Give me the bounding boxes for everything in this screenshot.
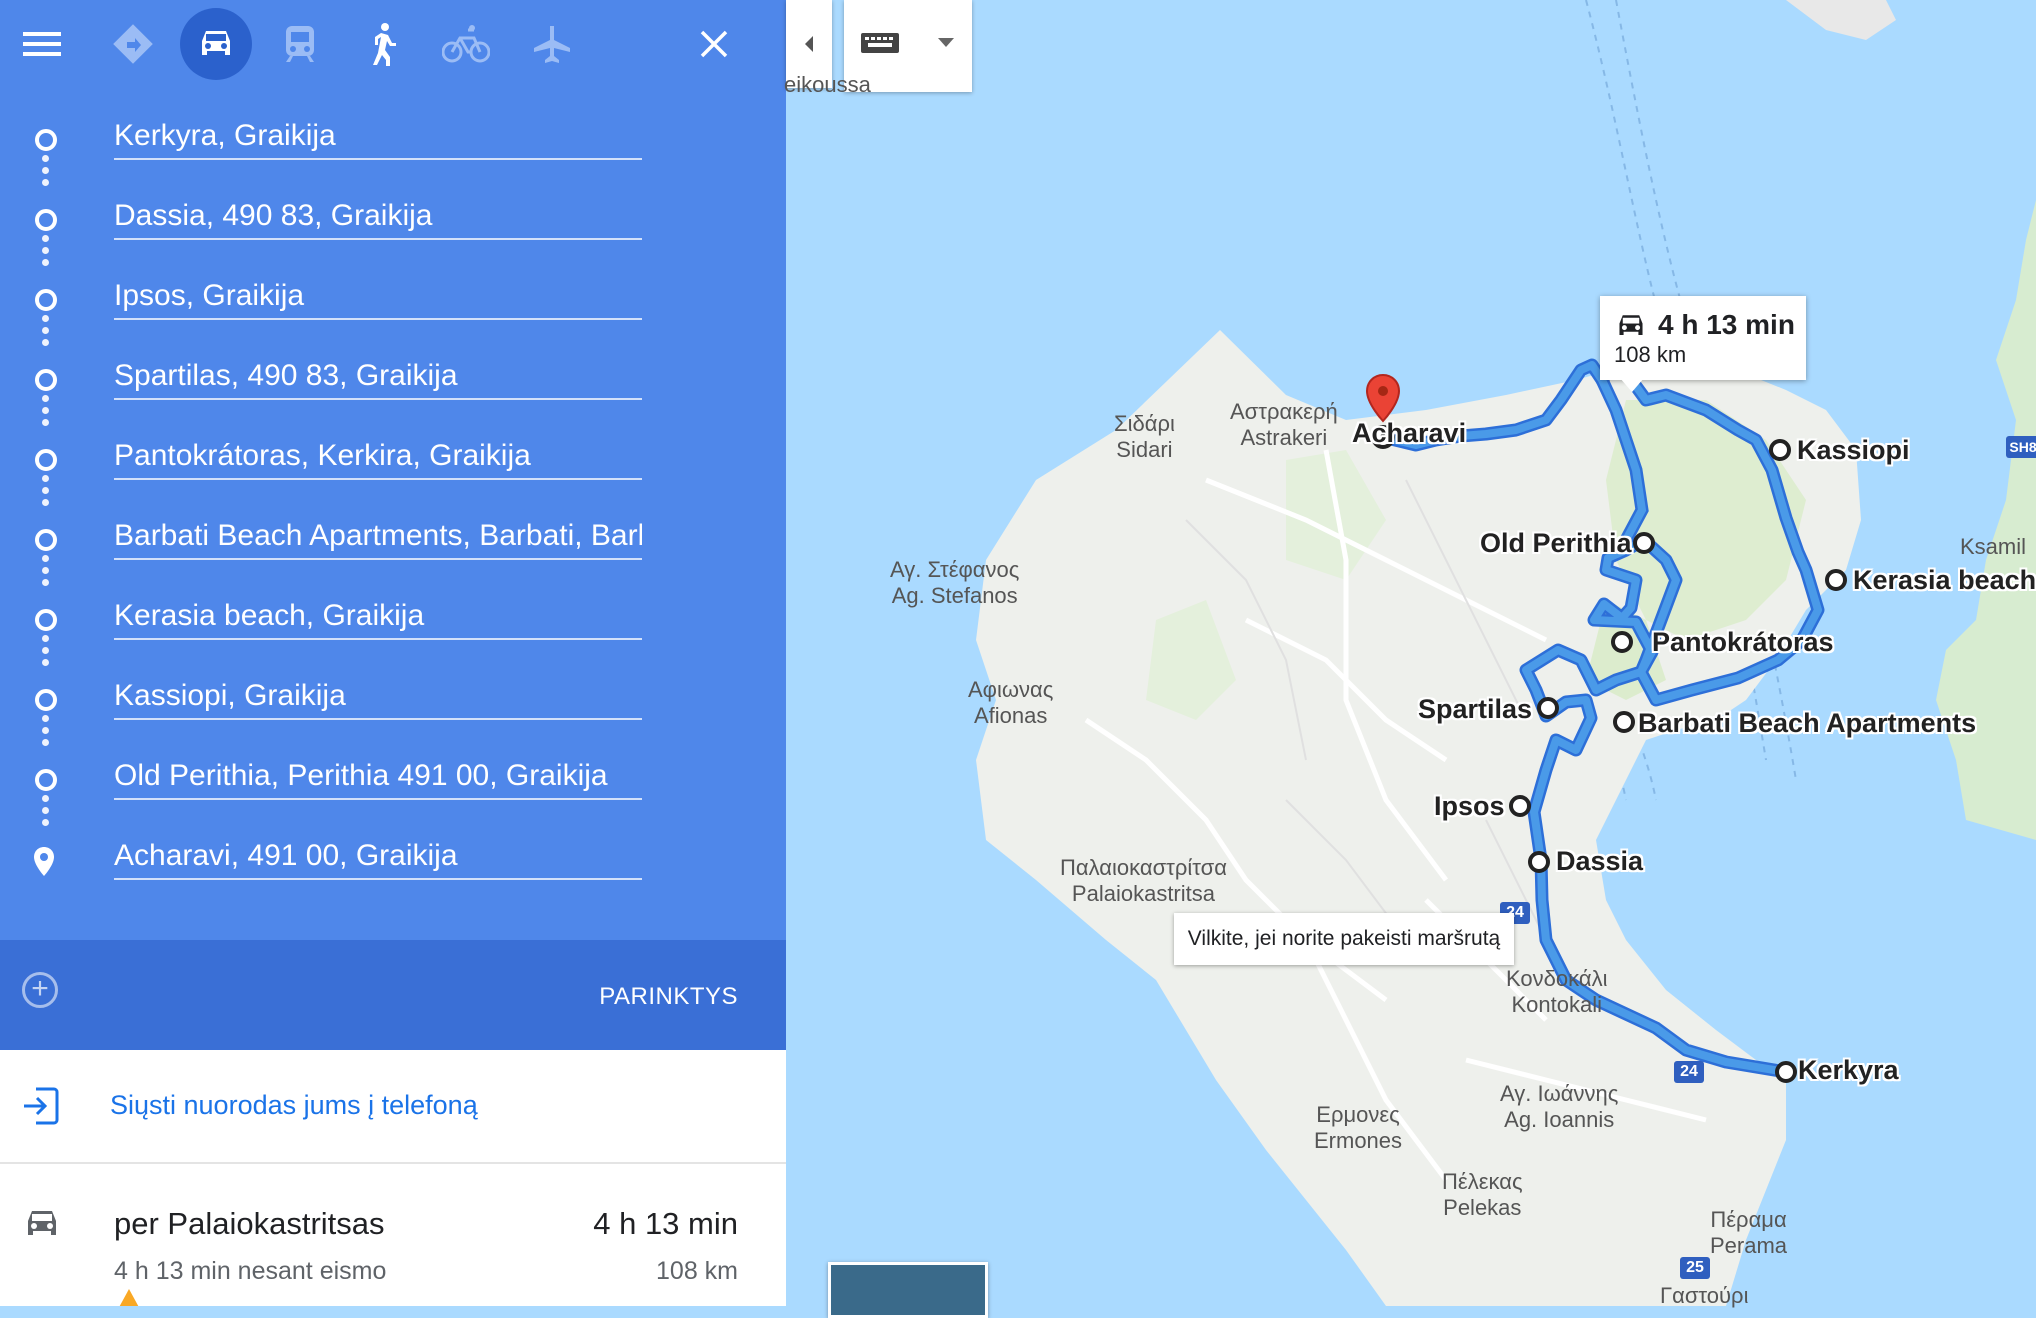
bicycle-icon: [442, 25, 490, 63]
waypoint-row: Spartilas, 490 83, Graikija: [0, 340, 786, 420]
chevron-down-icon[interactable]: [938, 38, 954, 47]
menu-button[interactable]: [6, 8, 78, 80]
place-label-astrakeri: Αστρακερή Astrakeri: [1230, 399, 1338, 450]
waypoint-circle-icon: [35, 449, 57, 471]
road-shield: 24: [1674, 1061, 1704, 1083]
waypoint-circle-icon: [35, 209, 57, 231]
route-via-title[interactable]: per Palaiokastritsas: [114, 1206, 385, 1242]
directions-panel: Kerkyra, Graikija Dassia, 490 83, Graiki…: [0, 0, 786, 1306]
mode-flights[interactable]: [516, 8, 588, 80]
waypoint-row: Kerkyra, Graikija: [0, 100, 786, 180]
waypoint-circle-icon: [35, 609, 57, 631]
waypoint-circle-icon: [35, 769, 57, 791]
airplane-icon: [534, 26, 570, 63]
waypoint-row: Kassiopi, Graikija: [0, 660, 786, 740]
send-to-phone-link[interactable]: Siųsti nuorodas jums į telefoną: [110, 1090, 478, 1121]
waypoint-input[interactable]: Kerasia beach, Graikija: [114, 594, 642, 640]
map-waypoint-label[interactable]: Kassiopi: [1797, 435, 1910, 466]
waypoint-input[interactable]: Kassiopi, Graikija: [114, 674, 642, 720]
waypoint-input[interactable]: Old Perithia, Perithia 491 00, Graikija: [114, 754, 642, 800]
place-label-ag-ioannis: Αγ. Ιωάννης Ag. Ioannis: [1500, 1081, 1619, 1132]
map-waypoint-label[interactable]: Spartilas: [1418, 694, 1532, 725]
place-label-sidari: Σιδάρι Sidari: [1114, 411, 1175, 462]
route-distance: 108 km: [656, 1257, 738, 1285]
waypoint-circle-icon: [35, 529, 57, 551]
map-waypoint-label[interactable]: Kerasia beach: [1853, 565, 2036, 596]
road-shield: 25: [1680, 1257, 1710, 1279]
waypoint-row: Acharavi, 491 00, Graikija: [0, 820, 786, 900]
directions-header: Kerkyra, Graikija Dassia, 490 83, Graiki…: [0, 0, 786, 940]
bubble-duration: 4 h 13 min: [1658, 309, 1795, 340]
directions-diamond-icon: [113, 24, 153, 64]
mode-cycling[interactable]: [430, 8, 502, 80]
car-icon: [28, 1211, 56, 1235]
car-icon: [202, 31, 230, 55]
place-label-perama: Πέραμα Perama: [1710, 1207, 1788, 1258]
waypoint-input[interactable]: Spartilas, 490 83, Graikija: [114, 354, 642, 400]
add-destination-button[interactable]: +: [22, 972, 58, 1008]
waypoint-row: Kerasia beach, Graikija: [0, 580, 786, 660]
map-waypoint-label[interactable]: Kerkyra: [1798, 1055, 1899, 1086]
waypoint-row: Dassia, 490 83, Graikija: [0, 180, 786, 260]
waypoint-row: Barbati Beach Apartments, Barbati, Barba…: [0, 500, 786, 580]
satellite-layer-toggle[interactable]: [828, 1262, 988, 1318]
map-waypoint-label[interactable]: Acharavi: [1352, 418, 1466, 449]
train-icon: [286, 26, 314, 62]
waypoint-input[interactable]: Acharavi, 491 00, Graikija: [114, 834, 642, 880]
send-to-device-icon: [24, 1087, 59, 1125]
travel-mode-bar: [0, 0, 786, 100]
route-info-bubble[interactable]: 4 h 13 min 108 km: [1600, 296, 1806, 380]
waypoint-input[interactable]: Ipsos, Graikija: [114, 274, 642, 320]
place-label-gastouri: Γαστούρι: [1660, 1283, 1749, 1308]
drag-route-tooltip: Vilkite, jei norite pakeisti maršrutą: [1174, 913, 1514, 965]
waypoint-input[interactable]: Dassia, 490 83, Graikija: [114, 194, 642, 240]
waypoint-input[interactable]: Pantokrátoras, Kerkira, Graikija: [114, 434, 642, 480]
map-waypoint-label[interactable]: Pantokrátoras: [1652, 627, 1834, 658]
map-canvas[interactable]: [786, 0, 2036, 1306]
map-waypoint-label[interactable]: Old Perithia: [1480, 528, 1632, 559]
waypoint-row: Pantokrátoras, Kerkira, Graikija: [0, 420, 786, 500]
route-duration: 4 h 13 min: [593, 1206, 738, 1241]
waypoint-row: Ipsos, Graikija: [0, 260, 786, 340]
place-label-afionas: Αφιωνας Afionas: [968, 677, 1054, 728]
map-waypoint-label[interactable]: Ipsos: [1434, 791, 1505, 822]
place-label-kontokali: Κονδοκάλι Kontokali: [1506, 966, 1608, 1017]
waypoint-circle-icon: [35, 369, 57, 391]
waypoint-row: Old Perithia, Perithia 491 00, Graikija: [0, 740, 786, 820]
keyboard-icon: [861, 33, 899, 53]
mode-walking[interactable]: [346, 8, 418, 80]
place-label-ermones: Ερμονες Ermones: [1314, 1102, 1403, 1153]
waypoint-input[interactable]: Kerkyra, Graikija: [114, 114, 642, 160]
mode-driving[interactable]: [180, 8, 252, 80]
warning-icon: [119, 1289, 139, 1306]
place-label-ksamil: Ksamil: [1960, 534, 2027, 559]
place-label-ag-stefanos: Αγ. Στέφανος Ag. Stefanos: [890, 557, 1020, 608]
place-label-palaiokastritsa: Παλαιοκαστρίτσα Palaiokastritsa: [1060, 855, 1227, 906]
caret-left-icon: [805, 36, 813, 52]
mode-best-route[interactable]: [97, 8, 169, 80]
menu-icon: [23, 32, 61, 56]
waypoint-circle-icon: [35, 289, 57, 311]
place-label: eikoussa: [784, 72, 871, 97]
destination-pin-icon: [34, 847, 54, 876]
mode-transit[interactable]: [264, 8, 336, 80]
bubble-distance: 108 km: [1614, 342, 1687, 367]
bubble-tail: [1620, 378, 1644, 392]
close-icon: [700, 30, 728, 58]
road-shield: SH8: [2006, 436, 2036, 458]
waypoint-circle-icon: [35, 689, 57, 711]
waypoint-input[interactable]: Barbati Beach Apartments, Barbati, Barba…: [114, 514, 642, 560]
map-waypoint-label[interactable]: Dassia: [1556, 846, 1643, 877]
map-waypoint-label[interactable]: Barbati Beach Apartments: [1638, 708, 1976, 739]
route-options-button[interactable]: PARINKTYS: [599, 983, 738, 1011]
place-label-pelekas: Πέλεκας Pelekas: [1442, 1169, 1523, 1220]
walking-icon: [373, 23, 396, 66]
waypoint-circle-icon: [35, 129, 57, 151]
car-icon: [1619, 315, 1643, 336]
route-traffic-note: 4 h 13 min nesant eismo: [114, 1257, 387, 1285]
close-directions-button[interactable]: [678, 8, 750, 80]
